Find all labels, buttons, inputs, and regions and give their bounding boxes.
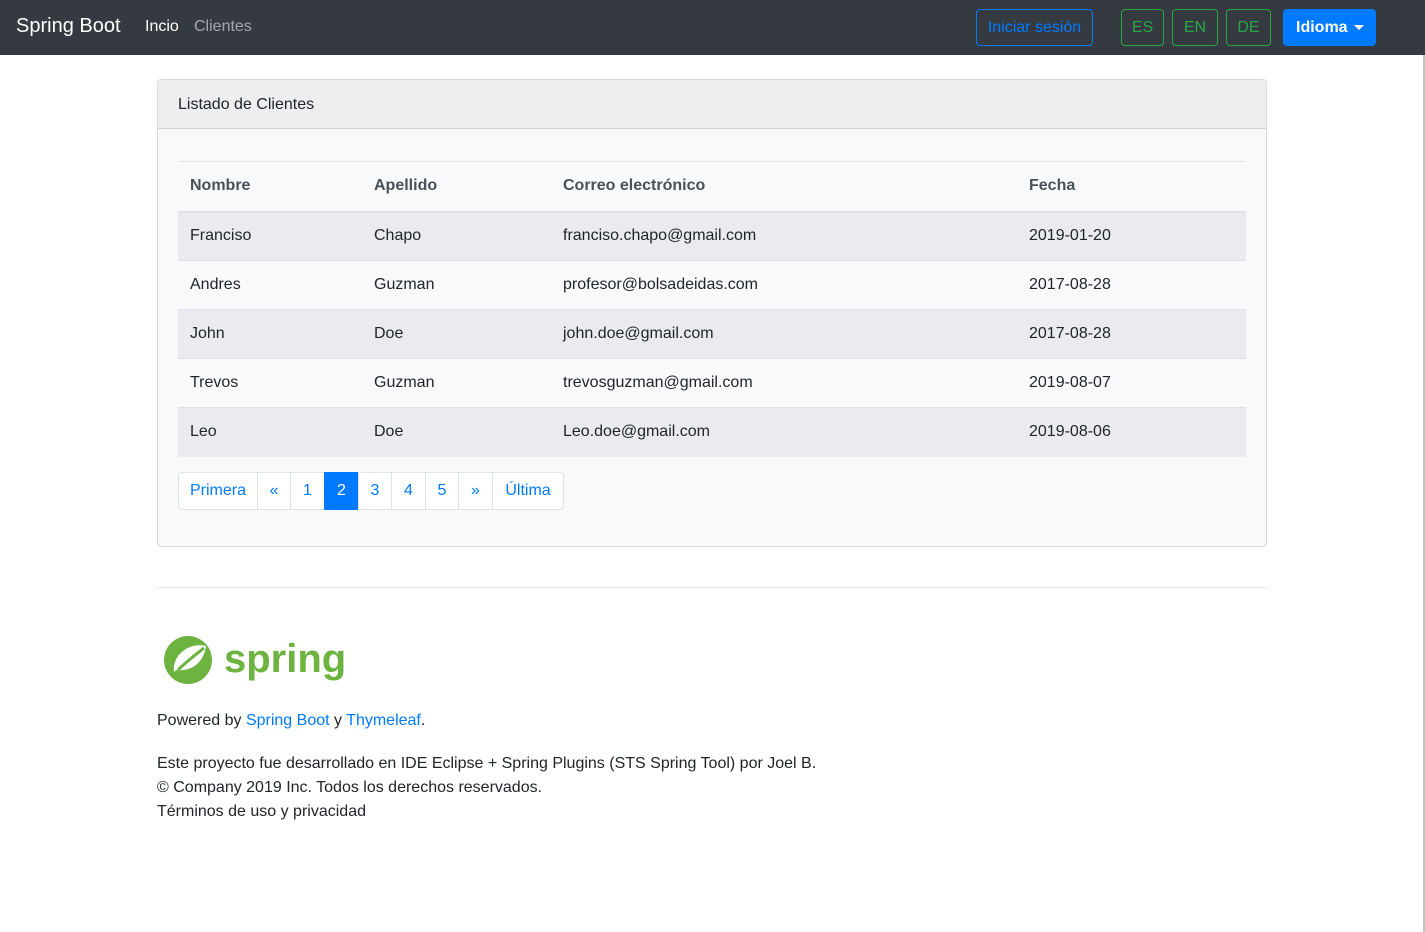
page-5-button[interactable]: 5 [425, 472, 459, 510]
cell-apellido: Guzman [362, 260, 551, 310]
page-3-button[interactable]: 3 [358, 472, 392, 510]
page-next-button[interactable]: » [458, 472, 493, 510]
nav-link-inicio[interactable]: Incio [145, 18, 179, 36]
footer-divider [157, 587, 1267, 588]
card-header: Listado de Clientes [158, 80, 1266, 129]
page-last-button[interactable]: Última [492, 472, 564, 510]
cell-fecha: 2019-08-07 [1017, 358, 1246, 408]
cell-fecha: 2019-08-06 [1017, 407, 1246, 457]
powered-prefix: Powered by [157, 712, 242, 729]
caret-down-icon [1354, 25, 1364, 30]
footer-text: Este proyecto fue desarrollado en IDE Ec… [157, 752, 816, 824]
cell-correo: john.doe@gmail.com [551, 309, 1017, 359]
powered-suffix: . [420, 712, 426, 729]
cell-apellido: Doe [362, 309, 551, 359]
cell-correo: trevosguzman@gmail.com [551, 358, 1017, 408]
language-dropdown-label: Idioma [1296, 19, 1348, 36]
cell-nombre: Leo [178, 407, 362, 457]
clients-table: Nombre Apellido Correo electrónico Fecha… [178, 161, 1246, 457]
language-en-button[interactable]: EN [1172, 9, 1218, 46]
nav-link-clientes[interactable]: Clientes [194, 18, 252, 36]
cell-fecha: 2017-08-28 [1017, 260, 1246, 310]
page-prev-button[interactable]: « [257, 472, 291, 510]
footer-terms: Términos de uso y privacidad [157, 803, 366, 820]
table-row: Andres Guzman profesor@bolsadeidas.com 2… [178, 260, 1246, 310]
spring-logo: spring [164, 636, 346, 684]
cell-fecha: 2019-01-20 [1017, 211, 1246, 261]
column-header-correo: Correo electrónico [551, 161, 1017, 213]
cell-apellido: Chapo [362, 211, 551, 261]
cell-nombre: Trevos [178, 358, 362, 408]
table-row: Franciso Chapo franciso.chapo@gmail.com … [178, 211, 1246, 261]
page-1-button[interactable]: 1 [290, 472, 325, 510]
navbar: Spring Boot Incio Clientes Iniciar sesió… [0, 0, 1425, 55]
table-header-row: Nombre Apellido Correo electrónico Fecha [178, 161, 1246, 213]
cell-nombre: Franciso [178, 211, 362, 261]
language-es-button[interactable]: ES [1121, 9, 1164, 46]
language-dropdown-button[interactable]: Idioma [1283, 9, 1376, 46]
footer-copyright: © Company 2019 Inc. Todos los derechos r… [157, 779, 543, 796]
column-header-apellido: Apellido [362, 161, 551, 213]
column-header-fecha: Fecha [1017, 161, 1246, 213]
cell-apellido: Guzman [362, 358, 551, 408]
cell-fecha: 2017-08-28 [1017, 309, 1246, 359]
cell-correo: profesor@bolsadeidas.com [551, 260, 1017, 310]
cell-correo: Leo.doe@gmail.com [551, 407, 1017, 457]
cell-nombre: Andres [178, 260, 362, 310]
navbar-brand[interactable]: Spring Boot [16, 15, 121, 38]
pagination: Primera « 1 2 3 4 5 » Última [178, 472, 564, 510]
page-first-button[interactable]: Primera [178, 472, 258, 510]
language-de-button[interactable]: DE [1226, 9, 1271, 46]
table-row: Trevos Guzman trevosguzman@gmail.com 201… [178, 358, 1246, 408]
login-button[interactable]: Iniciar sesión [976, 9, 1093, 46]
spring-boot-link[interactable]: Spring Boot [246, 712, 330, 729]
powered-by-text: Powered by Spring Boot y Thymeleaf. [157, 712, 425, 730]
spring-logo-text: spring [224, 637, 346, 681]
powered-conjunction: y [334, 712, 343, 729]
table-row: John Doe john.doe@gmail.com 2017-08-28 [178, 309, 1246, 359]
cell-correo: franciso.chapo@gmail.com [551, 211, 1017, 261]
clients-card: Listado de Clientes Nombre Apellido Corr… [157, 79, 1267, 547]
thymeleaf-link[interactable]: Thymeleaf [346, 712, 421, 729]
page-4-button[interactable]: 4 [391, 472, 426, 510]
cell-apellido: Doe [362, 407, 551, 457]
page-2-button[interactable]: 2 [324, 472, 359, 510]
footer-credits: Este proyecto fue desarrollado en IDE Ec… [157, 755, 817, 772]
column-header-nombre: Nombre [178, 161, 362, 213]
table-row: Leo Doe Leo.doe@gmail.com 2019-08-06 [178, 407, 1246, 457]
cell-nombre: John [178, 309, 362, 359]
